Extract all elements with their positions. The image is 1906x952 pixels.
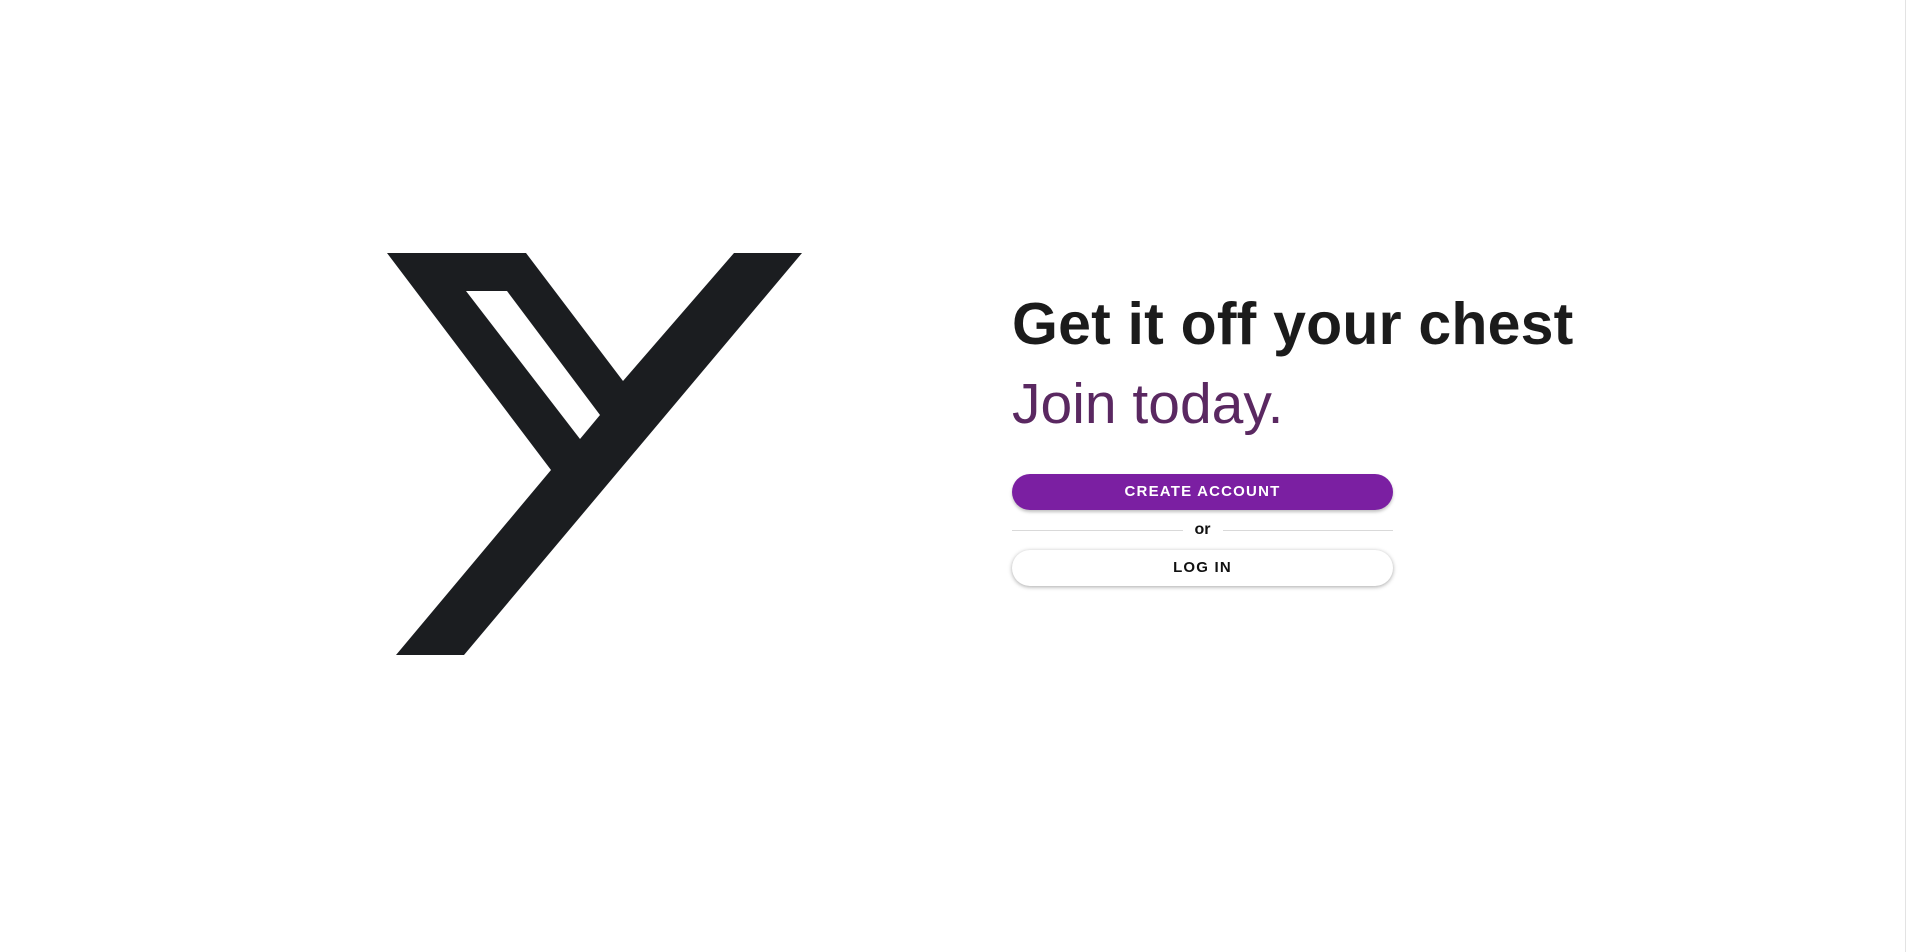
divider-label: or: [1194, 521, 1211, 538]
y-logo-icon: [387, 253, 802, 655]
or-divider: or: [1012, 510, 1393, 550]
landing-page: Get it off your chest Join today. CREATE…: [0, 0, 1906, 952]
hero-panel: Get it off your chest Join today. CREATE…: [1012, 288, 1574, 586]
divider-line-left: [1012, 529, 1183, 531]
y-logo-shape: [387, 253, 802, 655]
page-title: Get it off your chest: [1012, 291, 1574, 357]
divider-line-right: [1222, 529, 1393, 531]
login-button[interactable]: LOG IN: [1012, 550, 1393, 586]
page-subtitle: Join today.: [1012, 372, 1284, 436]
create-account-button[interactable]: CREATE ACCOUNT: [1012, 474, 1393, 510]
